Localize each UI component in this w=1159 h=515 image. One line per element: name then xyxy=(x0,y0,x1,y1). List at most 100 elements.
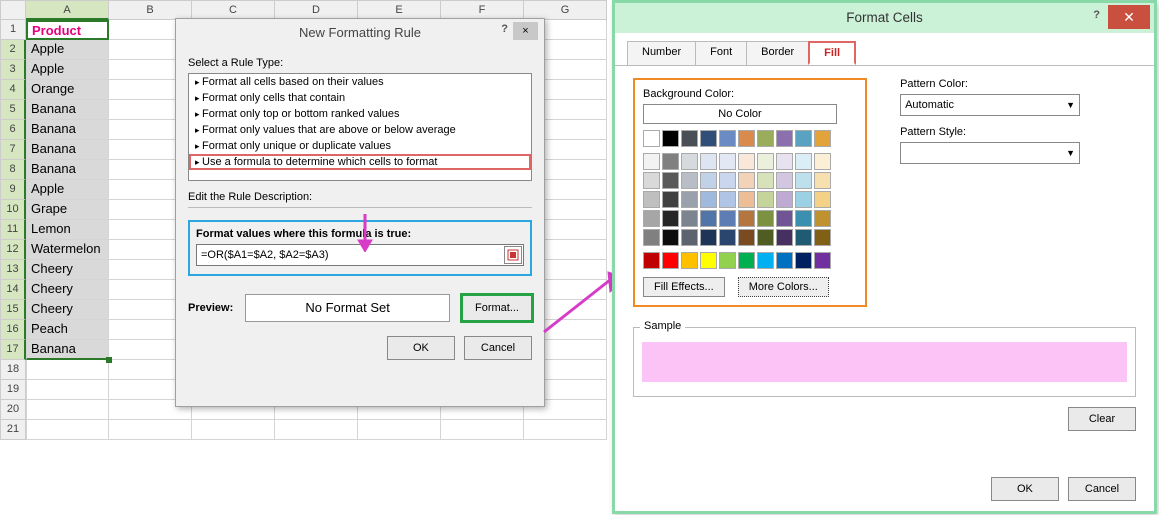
color-swatch[interactable] xyxy=(795,229,812,246)
color-swatch[interactable] xyxy=(662,130,679,147)
row-header[interactable]: 19 xyxy=(0,380,26,400)
color-swatch[interactable] xyxy=(738,229,755,246)
selection-handle[interactable] xyxy=(106,357,112,363)
color-swatch[interactable] xyxy=(719,130,736,147)
cell[interactable] xyxy=(109,420,192,440)
cell[interactable]: Grape xyxy=(26,200,109,220)
color-swatch[interactable] xyxy=(719,172,736,189)
cell[interactable]: Banana xyxy=(26,160,109,180)
rule-type-item[interactable]: Format only values that are above or bel… xyxy=(189,122,531,138)
tab-font[interactable]: Font xyxy=(695,41,747,65)
rule-type-item[interactable]: Format all cells based on their values xyxy=(189,74,531,90)
column-header[interactable]: F xyxy=(441,0,524,20)
cell[interactable]: Banana xyxy=(26,100,109,120)
column-header[interactable]: A xyxy=(26,0,109,20)
color-swatch[interactable] xyxy=(700,252,717,269)
help-icon[interactable]: ? xyxy=(501,23,508,35)
row-header[interactable]: 4 xyxy=(0,80,26,100)
color-swatch[interactable] xyxy=(643,130,660,147)
row-header[interactable]: 16 xyxy=(0,320,26,340)
row-header[interactable]: 3 xyxy=(0,60,26,80)
color-swatch[interactable] xyxy=(662,229,679,246)
color-swatch[interactable] xyxy=(795,172,812,189)
cell[interactable]: Banana xyxy=(26,140,109,160)
range-selector-icon[interactable] xyxy=(504,246,522,264)
color-swatch[interactable] xyxy=(662,210,679,227)
row-header[interactable]: 10 xyxy=(0,200,26,220)
color-swatch[interactable] xyxy=(795,252,812,269)
cell[interactable]: Cheery xyxy=(26,260,109,280)
color-swatch[interactable] xyxy=(757,153,774,170)
color-swatch[interactable] xyxy=(700,210,717,227)
color-swatch[interactable] xyxy=(814,172,831,189)
color-swatch[interactable] xyxy=(700,229,717,246)
cell[interactable]: Cheery xyxy=(26,300,109,320)
color-swatch[interactable] xyxy=(814,229,831,246)
cell[interactable]: Apple xyxy=(26,180,109,200)
help-icon[interactable]: ? xyxy=(1093,9,1100,21)
color-swatch[interactable] xyxy=(681,252,698,269)
cell[interactable]: Apple xyxy=(26,60,109,80)
column-header[interactable]: G xyxy=(524,0,607,20)
tab-border[interactable]: Border xyxy=(746,41,809,65)
row-header[interactable]: 6 xyxy=(0,120,26,140)
cell[interactable]: Orange xyxy=(26,80,109,100)
color-swatch[interactable] xyxy=(643,191,660,208)
color-swatch[interactable] xyxy=(776,172,793,189)
color-swatch[interactable] xyxy=(776,153,793,170)
color-swatch[interactable] xyxy=(757,252,774,269)
color-swatch[interactable] xyxy=(643,210,660,227)
row-header[interactable]: 18 xyxy=(0,360,26,380)
color-swatch[interactable] xyxy=(795,191,812,208)
color-swatch[interactable] xyxy=(776,252,793,269)
cell[interactable]: Cheery xyxy=(26,280,109,300)
cell[interactable] xyxy=(441,420,524,440)
cell[interactable]: Peach xyxy=(26,320,109,340)
row-header[interactable]: 11 xyxy=(0,220,26,240)
cell[interactable]: Apple xyxy=(26,40,109,60)
color-swatch[interactable] xyxy=(700,172,717,189)
cell[interactable] xyxy=(275,420,358,440)
column-header[interactable]: C xyxy=(192,0,275,20)
color-swatch[interactable] xyxy=(662,172,679,189)
row-header[interactable]: 14 xyxy=(0,280,26,300)
row-header[interactable]: 17 xyxy=(0,340,26,360)
row-header[interactable]: 20 xyxy=(0,400,26,420)
cell[interactable] xyxy=(26,360,109,380)
color-swatch[interactable] xyxy=(795,210,812,227)
color-swatch[interactable] xyxy=(719,252,736,269)
color-swatch[interactable] xyxy=(738,130,755,147)
pattern-color-combo[interactable]: Automatic ▼ xyxy=(900,94,1080,116)
cell[interactable]: Banana xyxy=(26,120,109,140)
color-swatch[interactable] xyxy=(814,252,831,269)
color-swatch[interactable] xyxy=(814,210,831,227)
rule-type-item[interactable]: Format only top or bottom ranked values xyxy=(189,106,531,122)
color-swatch[interactable] xyxy=(738,172,755,189)
rule-type-item[interactable]: Use a formula to determine which cells t… xyxy=(189,154,531,170)
color-swatch[interactable] xyxy=(776,210,793,227)
color-swatch[interactable] xyxy=(700,130,717,147)
cell[interactable]: Watermelon xyxy=(26,240,109,260)
color-swatch[interactable] xyxy=(757,210,774,227)
more-colors-button[interactable]: More Colors... xyxy=(738,277,829,297)
color-swatch[interactable] xyxy=(662,153,679,170)
cell[interactable]: Product xyxy=(26,20,109,40)
titlebar[interactable]: Format Cells ? ✕ xyxy=(615,3,1154,33)
column-header[interactable]: D xyxy=(275,0,358,20)
color-swatch[interactable] xyxy=(643,252,660,269)
color-swatch[interactable] xyxy=(776,191,793,208)
format-button[interactable]: Format... xyxy=(462,295,532,321)
close-icon[interactable]: × xyxy=(513,22,538,40)
tab-number[interactable]: Number xyxy=(627,41,696,65)
column-header[interactable]: E xyxy=(358,0,441,20)
color-swatch[interactable] xyxy=(738,210,755,227)
color-swatch[interactable] xyxy=(738,252,755,269)
color-swatch[interactable] xyxy=(643,153,660,170)
cell[interactable] xyxy=(26,420,109,440)
color-swatch[interactable] xyxy=(814,130,831,147)
color-swatch[interactable] xyxy=(719,210,736,227)
color-swatch[interactable] xyxy=(700,153,717,170)
color-swatch[interactable] xyxy=(719,191,736,208)
color-swatch[interactable] xyxy=(757,229,774,246)
column-header[interactable]: B xyxy=(109,0,192,20)
